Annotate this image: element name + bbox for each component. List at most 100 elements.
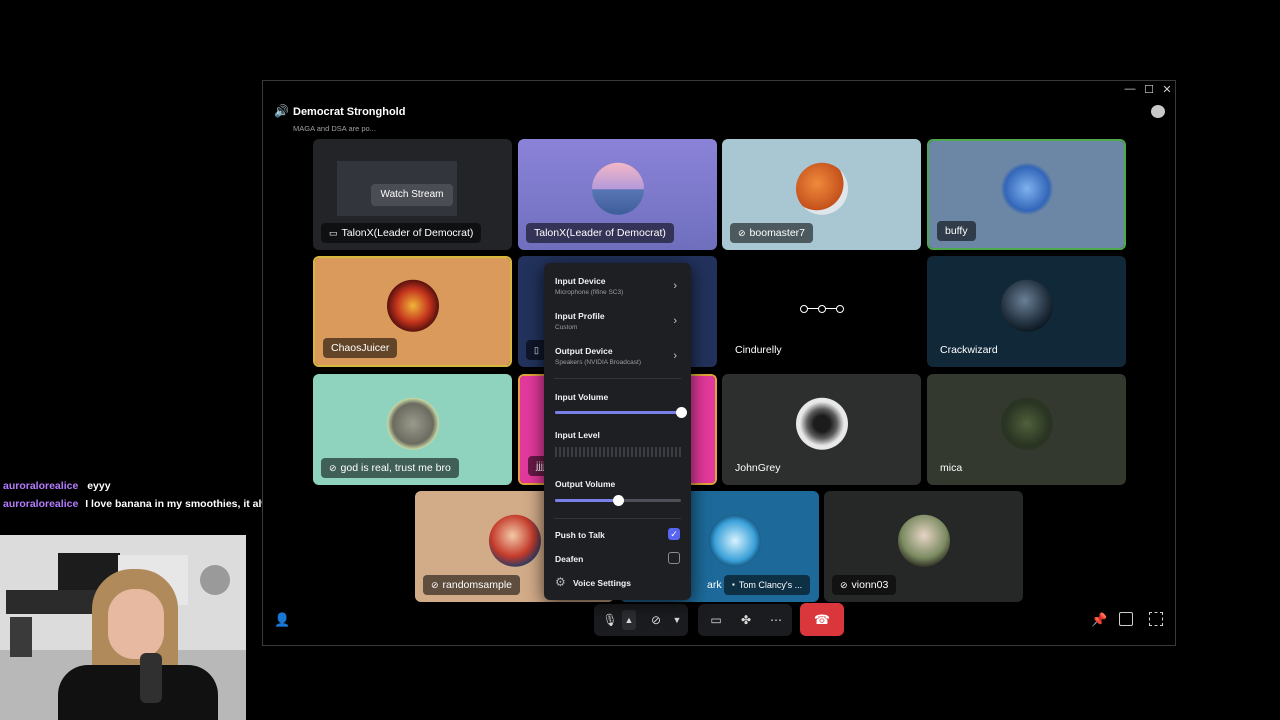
chat-text: eyyy <box>87 480 111 492</box>
chevron-right-icon: › <box>673 350 677 362</box>
divider <box>554 518 681 519</box>
activity-label: ▪ Tom Clancy's ... <box>724 575 811 595</box>
participant-tile[interactable]: ⊘ god is real, trust me bro <box>313 374 512 485</box>
participant-tile[interactable]: Watch Stream ▭ TalonX(Leader of Democrat… <box>313 139 512 250</box>
popout-icon[interactable] <box>1119 612 1133 626</box>
participant-name: ChaosJuicer <box>331 342 390 354</box>
output-volume-label: Output Volume <box>555 479 616 489</box>
push-to-talk-checkbox[interactable]: ✓ <box>668 528 680 540</box>
screen-share-icon[interactable]: ▭ <box>704 604 728 636</box>
chevron-right-icon: › <box>673 280 677 292</box>
participant-name: TalonX(Leader of Democrat) <box>534 227 666 239</box>
activity-controls: ▭ ✤ ⋯ <box>698 604 792 636</box>
participant-label: mica <box>935 458 970 478</box>
more-options-icon[interactable]: ⋯ <box>764 604 788 636</box>
headphones-muted-icon: ⊘ <box>840 580 848 590</box>
participant-tile[interactable]: buffy <box>927 139 1126 250</box>
chat-username: auroralorealice <box>3 498 79 510</box>
participant-name: buffy <box>945 225 968 237</box>
participant-label: ⊘ randomsample <box>423 575 520 595</box>
avatar <box>897 514 950 567</box>
participant-name: randomsample <box>442 579 512 591</box>
avatar <box>795 162 848 215</box>
chat-message: auroralorealice eyyy <box>3 479 111 493</box>
output-device-value: Speakers (NVIDIA Broadcast) <box>555 359 641 366</box>
close-button[interactable]: ✕ <box>1158 83 1176 96</box>
call-window: — ☐ ✕ 🔊 Democrat Stronghold MAGA and DSA… <box>262 80 1176 646</box>
avatar <box>1000 279 1053 332</box>
participant-tile[interactable]: ⊘ boomaster7 <box>722 139 921 250</box>
output-device-label: Output Device <box>555 346 613 356</box>
chat-bubble-icon[interactable] <box>1151 105 1165 118</box>
fullscreen-icon[interactable] <box>1149 612 1163 626</box>
camera-options-chevron-down-icon[interactable]: ▼ <box>670 604 684 636</box>
participant-name: ark <box>707 579 722 591</box>
participant-tile[interactable]: ChaosJuicer <box>313 256 512 367</box>
screen-share-icon: ▭ <box>329 228 338 238</box>
voice-settings-label: Voice Settings <box>573 578 631 588</box>
watch-stream-button[interactable]: Watch Stream <box>371 184 453 206</box>
headphones-muted-icon: ⊘ <box>431 580 439 590</box>
participant-tile[interactable]: TalonX(Leader of Democrat) <box>518 139 717 250</box>
participant-name: JohnGrey <box>735 462 781 474</box>
minimize-button[interactable]: — <box>1121 83 1139 95</box>
avatar <box>1000 162 1053 215</box>
participant-name: Cindurelly <box>735 344 782 356</box>
voice-options-menu: Input Device Microphone (fifine SC3) › I… <box>544 263 691 600</box>
channel-name: Democrat Stronghold <box>293 106 406 118</box>
activities-icon[interactable]: ✤ <box>734 604 758 636</box>
connecting-dots-icon <box>800 305 844 313</box>
output-volume-handle[interactable] <box>613 495 624 506</box>
avatar <box>591 162 644 215</box>
invite-user-icon[interactable]: 👤 <box>274 612 290 628</box>
push-to-talk-label: Push to Talk <box>555 530 605 540</box>
divider <box>554 378 681 379</box>
participant-label: ⊘ boomaster7 <box>730 223 813 243</box>
microphone-icon[interactable]: 🎙 <box>600 604 620 636</box>
participant-name: god is real, trust me bro <box>340 462 451 474</box>
input-level-meter <box>555 447 681 457</box>
camera-off-icon[interactable]: ⊘ <box>646 604 666 636</box>
avatar <box>795 397 848 450</box>
game-icon: ▪ <box>732 580 735 589</box>
gear-icon: ⚙ <box>555 575 566 589</box>
input-volume-fill <box>555 411 681 414</box>
input-profile-value: Custom <box>555 324 578 331</box>
deafen-label: Deafen <box>555 554 584 564</box>
hang-up-icon: ☎ <box>813 612 831 627</box>
input-level-label: Input Level <box>555 430 600 440</box>
participant-label: JohnGrey <box>730 458 789 478</box>
participant-label: ⊘ god is real, trust me bro <box>321 458 459 478</box>
mic-options-chevron-up-icon[interactable]: ▲ <box>622 610 636 630</box>
mic-camera-controls: 🎙 ▲ ⊘ ▼ <box>594 604 688 636</box>
output-volume-slider[interactable] <box>555 495 681 506</box>
participant-tile[interactable]: Cindurelly <box>722 256 921 367</box>
voice-channel-icon: 🔊 <box>274 104 289 118</box>
deafen-checkbox[interactable] <box>668 552 680 564</box>
output-volume-fill <box>555 499 618 502</box>
disconnect-button[interactable]: ☎ <box>800 603 844 636</box>
participant-tile[interactable]: ⊘ vionn03 <box>824 491 1023 602</box>
participant-label: ⊘ vionn03 <box>832 575 897 595</box>
participant-tile[interactable]: Crackwizard <box>927 256 1126 367</box>
input-volume-slider[interactable] <box>555 407 687 418</box>
participant-label: Crackwizard <box>935 340 1006 360</box>
participant-name: vionn03 <box>851 579 889 591</box>
participant-tile[interactable]: JohnGrey <box>722 374 921 485</box>
participant-tile[interactable]: mica <box>927 374 1126 485</box>
pin-icon[interactable]: 📌 <box>1091 612 1107 628</box>
maximize-button[interactable]: ☐ <box>1140 83 1158 96</box>
participant-name: Crackwizard <box>940 344 998 356</box>
avatar <box>386 397 439 450</box>
input-device-value: Microphone (fifine SC3) <box>555 289 624 296</box>
headphones-muted-icon: ⊘ <box>329 463 337 473</box>
channel-status: MAGA and DSA are po... <box>293 124 376 133</box>
participant-label: ChaosJuicer <box>323 338 398 358</box>
participant-name: boomaster7 <box>749 227 805 239</box>
participant-name: mica <box>940 462 963 474</box>
input-volume-handle[interactable] <box>676 407 687 418</box>
headphones-muted-icon: ⊘ <box>738 228 746 238</box>
chat-username: auroralorealice <box>3 480 79 492</box>
avatar <box>488 514 541 567</box>
participant-label: Cindurelly <box>730 340 790 360</box>
